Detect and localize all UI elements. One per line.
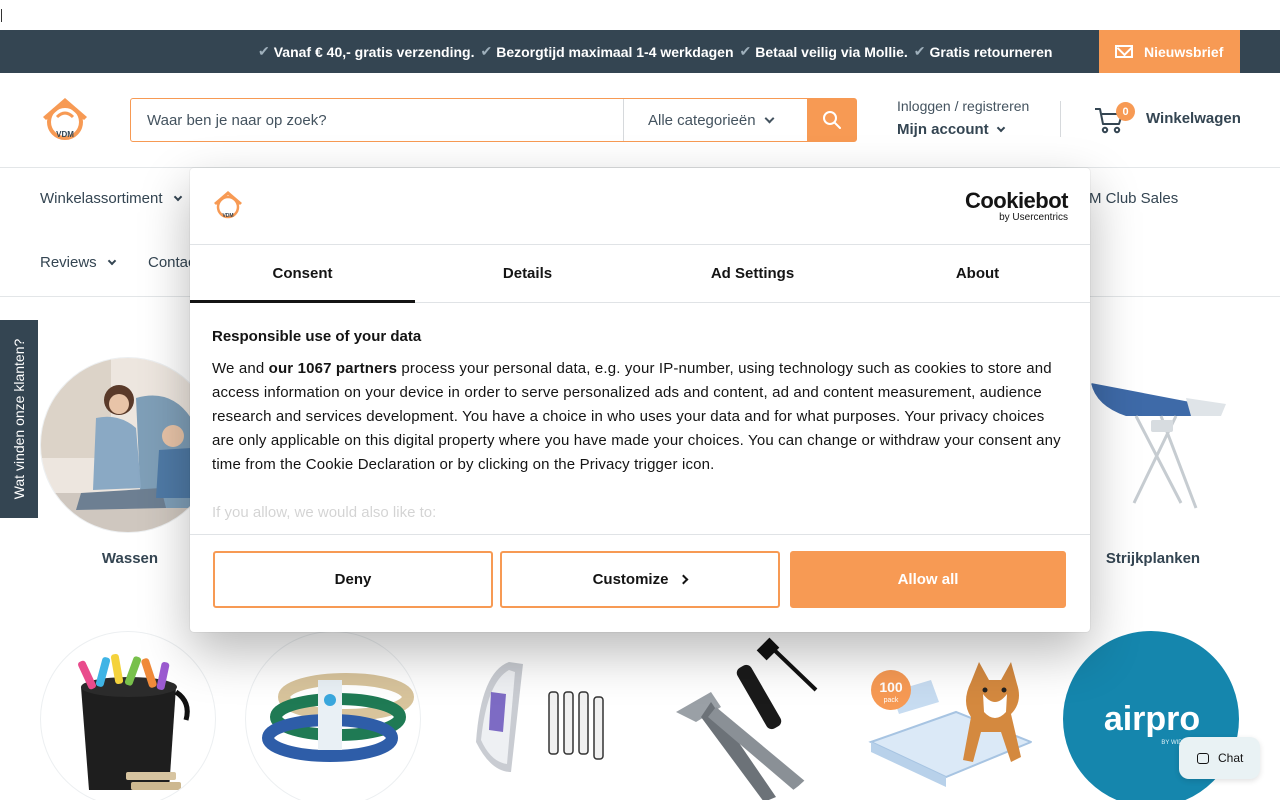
top-strip (0, 0, 1280, 30)
reviews-side-tab[interactable]: Wat vinden onze klanten? (0, 320, 38, 518)
nav-label: Contac (148, 254, 196, 271)
side-tab-label: Wat vinden onze klanten? (11, 338, 27, 500)
chat-label: Chat (1218, 751, 1244, 765)
logo-text: VDM (56, 130, 74, 139)
usp-shipping: Vanaf € 40,- gratis verzending. (273, 43, 475, 60)
cart-count-badge: 0 (1116, 102, 1135, 121)
envelope-icon (1115, 45, 1133, 58)
puppy-pads-image[interactable]: 100 pack (860, 631, 1036, 800)
header-divider (1060, 101, 1061, 137)
tang-image[interactable] (655, 631, 831, 800)
chevron-down-icon (996, 123, 1005, 133)
category-label[interactable]: Strijkplanken (1065, 550, 1241, 567)
airpro-brand: airpro (1104, 700, 1200, 738)
tab-ad-settings[interactable]: Ad Settings (640, 245, 865, 302)
nav-item-winkelassortiment[interactable]: Winkelassortiment (40, 190, 182, 207)
cookie-tabs: Consent Details Ad Settings About (190, 245, 1090, 303)
search-icon (822, 111, 841, 129)
cookie-body: Responsible use of your data We and our … (212, 328, 1068, 477)
allow-all-button[interactable]: Allow all (790, 551, 1066, 608)
chevron-down-icon (764, 113, 775, 123)
usp-list: ✔ Vanaf € 40,- gratis verzending. ✔ Bezorg… (258, 30, 1058, 73)
newsletter-button[interactable]: Nieuwsbrief (1099, 30, 1240, 73)
newsletter-label: Nieuwsbrief (1144, 43, 1224, 60)
cookie-text: We and our 1067 partners process your pe… (212, 357, 1068, 477)
chevron-down-icon (107, 256, 116, 266)
partners-link[interactable]: our 1067 partners (269, 360, 397, 377)
cookie-intro-prefix: We and (212, 360, 269, 377)
nav-item-contact[interactable]: Contac (148, 254, 196, 271)
account-label: Mijn account (897, 121, 989, 138)
wasknijpers-image[interactable] (40, 631, 216, 800)
check-icon: ✔ (258, 43, 270, 59)
tab-about[interactable]: About (865, 245, 1090, 302)
pack-count: 100 (879, 679, 903, 695)
cookiebot-logo: Cookiebot by Usercentrics (964, 188, 1069, 224)
category-strijkplanken-image[interactable] (1065, 357, 1241, 533)
cookie-heading: Responsible use of your data (212, 328, 422, 345)
check-icon: ✔ (739, 43, 752, 59)
vdm-logo-small: VDM (214, 191, 242, 219)
cookiebot-brand: Cookiebot (964, 188, 1069, 213)
cart-link[interactable]: Winkelwagen (1146, 110, 1241, 127)
cookie-more-text: If you allow, we would also like to: (212, 504, 437, 521)
nav-item-club-sales[interactable]: M Club Sales (1089, 190, 1178, 207)
pack-label: pack (884, 697, 899, 704)
login-link[interactable]: Inloggen / registreren (897, 98, 1029, 114)
announcement-bar: ✔ Vanaf € 40,- gratis verzending. ✔ Bezorg… (0, 30, 1280, 73)
strijkijzer-image[interactable] (450, 631, 626, 800)
nav-label: M Club Sales (1089, 190, 1179, 207)
check-icon: ✔ (913, 43, 926, 59)
account-menu[interactable]: Mijn account (897, 121, 1005, 138)
cookiebot-sub: by Usercentrics (999, 212, 1068, 223)
nav-label: Winkelassortiment (40, 190, 163, 207)
customize-label: Customize (592, 571, 669, 588)
customize-button[interactable]: Customize (500, 551, 780, 608)
usp-delivery: Bezorgtijd maximaal 1-4 werkdagen (496, 43, 734, 60)
deny-button[interactable]: Deny (213, 551, 493, 608)
chevron-down-icon (173, 192, 182, 202)
nav-item-reviews[interactable]: Reviews (40, 254, 116, 271)
text-caret (1, 9, 2, 22)
tab-consent[interactable]: Consent (190, 245, 415, 303)
logo-text: VDM (222, 213, 233, 219)
chat-button[interactable]: Chat (1179, 737, 1260, 779)
waslijn-image[interactable] (245, 631, 421, 800)
tab-details[interactable]: Details (415, 245, 640, 302)
nav-label: Reviews (40, 254, 97, 271)
page: ✔ Vanaf € 40,- gratis verzending. ✔ Bezorg… (0, 0, 1280, 800)
search-button[interactable] (807, 99, 856, 141)
category-select[interactable]: Alle categorieën (623, 99, 807, 141)
cookie-dialog-header: VDM Cookiebot by Usercentrics (190, 168, 1090, 245)
usp-payment: Betaal veilig via Mollie. (755, 43, 908, 60)
usp-returns: Gratis retourneren (929, 43, 1053, 60)
check-icon: ✔ (480, 43, 493, 59)
search-input[interactable]: Waar ben je naar op zoek? (131, 99, 623, 141)
search-bar: Waar ben je naar op zoek? Alle categorie… (130, 98, 857, 142)
category-select-label: Alle categorieën (648, 111, 756, 129)
chat-bubble-icon (1197, 752, 1209, 764)
chevron-right-icon (678, 574, 689, 585)
vdm-logo[interactable]: VDM (40, 95, 90, 141)
cookie-consent-dialog: VDM Cookiebot by Usercentrics Consent De… (190, 168, 1090, 632)
